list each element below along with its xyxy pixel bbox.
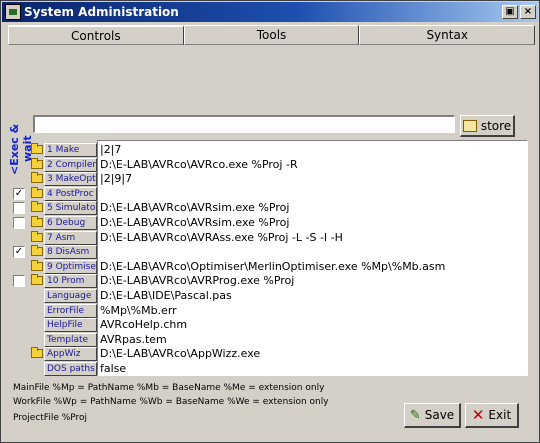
exit-icon: ✕: [471, 406, 485, 424]
folder-icon[interactable]: [31, 216, 43, 227]
setting-button[interactable]: HelpFile: [44, 318, 97, 333]
folder-icon[interactable]: [31, 143, 43, 154]
setting-value-field[interactable]: D:\E-LAB\AVRco\AVRsim.exe %Proj: [98, 216, 528, 230]
footer-line-workfile: WorkFile %Wp = PathName %Wb = BaseName %…: [13, 397, 329, 407]
folder-icon[interactable]: [31, 157, 43, 169]
setting-row: AppWiz D:\E-LAB\AVRco\AppWizz.exe: [1, 347, 540, 362]
setting-button[interactable]: 7 Asm: [44, 230, 97, 245]
setting-value-field[interactable]: |2|9|7: [98, 172, 528, 187]
setting-button[interactable]: 10 Prom: [44, 274, 97, 289]
store-icon: [462, 119, 477, 132]
save-label: Save: [424, 408, 455, 422]
setting-row: HelpFile AVRcoHelp.chm: [1, 318, 540, 333]
setting-button[interactable]: 4 PostProc: [44, 186, 97, 201]
save-icon: ✎: [409, 407, 421, 423]
setting-button[interactable]: 8 DisAsm: [44, 245, 97, 260]
command-input[interactable]: [33, 115, 455, 133]
setting-row: Language D:\E-LAB\IDE\Pascal.pas: [1, 289, 540, 303]
enable-checkbox[interactable]: ✓: [13, 187, 25, 200]
setting-row: 9 Optimiser D:\E-LAB\AVRco\Optimiser\Merl…: [1, 259, 540, 274]
enable-checkbox[interactable]: [13, 217, 25, 229]
setting-value-field[interactable]: AVRcoHelp.chm: [98, 318, 528, 333]
setting-value-field[interactable]: D:\E-LAB\AVRco\AVRProg.exe %Proj: [98, 274, 528, 289]
setting-row: Template AVRpas.tem: [1, 332, 540, 347]
setting-button[interactable]: 2 Compiler: [44, 157, 97, 172]
setting-button[interactable]: 5 Simulator: [44, 201, 97, 216]
setting-row: 1 Make |2|7: [1, 143, 540, 157]
setting-row: ✓ 4 PostProc: [1, 186, 540, 201]
setting-value-field[interactable]: D:\E-LAB\AVRco\AppWizz.exe: [98, 347, 528, 362]
setting-row: ✓ 8 DisAsm: [1, 245, 540, 260]
setting-button[interactable]: 9 Optimiser: [44, 259, 97, 274]
folder-icon[interactable]: [31, 186, 43, 198]
folder-icon[interactable]: [31, 230, 43, 242]
tab-bar: Controls Tools Syntax: [8, 25, 536, 45]
setting-row: 5 Simulator D:\E-LAB\AVRco\AVRsim.exe %Pr…: [1, 201, 540, 216]
close-icon[interactable]: ×: [520, 5, 536, 19]
app-icon: [5, 4, 21, 20]
setting-value-field[interactable]: [98, 245, 528, 260]
folder-icon[interactable]: [31, 245, 43, 257]
folder-icon[interactable]: [31, 201, 43, 213]
tab-controls[interactable]: Controls: [8, 25, 184, 45]
tab-tools[interactable]: Tools: [183, 25, 360, 45]
setting-row: 10 Prom D:\E-LAB\AVRco\AVRProg.exe %Proj: [1, 274, 540, 289]
setting-row: 7 Asm D:\E-LAB\AVRco\AVRAss.exe %Proj -L …: [1, 230, 540, 245]
setting-row: 6 Debug D:\E-LAB\AVRco\AVRsim.exe %Proj: [1, 216, 540, 230]
setting-value-field[interactable]: D:\E-LAB\AVRco\Optimiser\MerlinOptimiser…: [98, 259, 528, 274]
setting-button[interactable]: AppWiz: [44, 347, 97, 362]
setting-value-field[interactable]: D:\E-LAB\AVRco\AVRco.exe %Proj -R: [98, 157, 528, 172]
folder-icon[interactable]: [31, 172, 43, 184]
setting-row: ErrorFile %Mp\%Mb.err: [1, 303, 540, 318]
folder-icon[interactable]: [31, 274, 43, 286]
store-label: store: [480, 118, 512, 133]
footer-line-projectfile: ProjectFile %Proj: [13, 413, 88, 423]
system-administration-window: System Administration ▣ × Controls Tools…: [0, 0, 540, 443]
store-button[interactable]: store: [460, 115, 515, 137]
enable-checkbox[interactable]: [13, 275, 25, 288]
setting-value-field[interactable]: %Mp\%Mb.err: [98, 303, 528, 318]
setting-value-field[interactable]: [98, 186, 528, 201]
setting-button[interactable]: 6 Debug: [44, 216, 97, 230]
restore-icon[interactable]: ▣: [502, 5, 518, 19]
folder-icon[interactable]: [31, 259, 43, 271]
folder-icon[interactable]: [31, 347, 43, 359]
setting-row: 3 MakeOpt |2|9|7: [1, 172, 540, 187]
setting-row: DOS paths false: [1, 362, 540, 376]
exit-label: Exit: [488, 408, 512, 422]
setting-button[interactable]: Language: [44, 289, 97, 303]
title-bar: System Administration ▣ ×: [2, 2, 538, 22]
setting-value-field[interactable]: D:\E-LAB\IDE\Pascal.pas: [98, 289, 528, 303]
footer-line-mainfile: MainFile %Mp = PathName %Mb = BaseName %…: [13, 383, 325, 393]
enable-checkbox[interactable]: ✓: [13, 246, 25, 259]
setting-value-field[interactable]: AVRpas.tem: [98, 332, 528, 347]
setting-value-field[interactable]: D:\E-LAB\AVRco\AVRsim.exe %Proj: [98, 201, 528, 216]
window-title: System Administration: [24, 5, 179, 19]
setting-button[interactable]: ErrorFile: [44, 303, 97, 318]
setting-value-field[interactable]: false: [98, 362, 528, 376]
setting-button[interactable]: Template: [44, 332, 97, 347]
setting-value-field[interactable]: D:\E-LAB\AVRco\AVRAss.exe %Proj -L -S -I…: [98, 230, 528, 245]
setting-button[interactable]: DOS paths: [44, 362, 97, 376]
enable-checkbox[interactable]: [13, 202, 25, 215]
setting-button[interactable]: 1 Make: [44, 143, 97, 157]
save-button[interactable]: ✎ Save: [404, 403, 461, 428]
tab-syntax[interactable]: Syntax: [359, 25, 536, 45]
setting-row: 2 Compiler D:\E-LAB\AVRco\AVRco.exe %Proj…: [1, 157, 540, 172]
setting-value-field[interactable]: |2|7: [98, 143, 528, 157]
exit-button[interactable]: ✕ Exit: [465, 403, 519, 428]
setting-button[interactable]: 3 MakeOpt: [44, 172, 97, 187]
